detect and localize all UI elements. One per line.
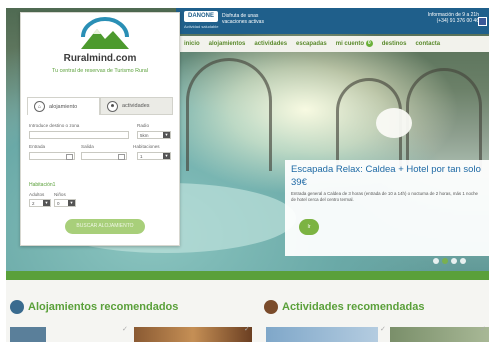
lodging-thumbnail[interactable] (10, 327, 46, 342)
calendar-icon (66, 154, 73, 160)
offer-price: 39€ (291, 177, 307, 188)
hero-bottom-band (6, 271, 489, 280)
rooms-value: 1 (140, 154, 143, 159)
slider-dot[interactable] (460, 258, 466, 264)
slider-dot[interactable] (451, 258, 457, 264)
nav-inicio[interactable]: inicio (184, 41, 200, 47)
recommended-lodging-heading: Alojamientos recomendados (10, 300, 178, 314)
offer-go-button[interactable]: Ir (299, 219, 319, 235)
house-photo-icon (10, 300, 24, 314)
promo-text[interactable]: Disfruta de unas vacaciones activas (222, 13, 292, 25)
search-tabs: ⌂ alojamiento ☻ actividades (27, 97, 173, 115)
brand-name[interactable]: Ruralmind.com (21, 53, 179, 64)
chevron-down-icon: ▼ (163, 132, 170, 138)
featured-offer-card: Escapada Relax: Caldea + Hotel por tan s… (285, 160, 489, 256)
spa-dome (376, 108, 412, 138)
nav-contacta[interactable]: contacta (415, 41, 440, 47)
rooms-select[interactable]: 1 ▼ (137, 152, 171, 160)
children-select[interactable]: 0 ▼ (54, 199, 76, 207)
room-section-label: Habitación1 (29, 182, 56, 188)
destination-input[interactable] (29, 131, 129, 139)
nav-escapadas[interactable]: escapadas (296, 41, 327, 47)
checkout-label: Salida (81, 144, 94, 149)
promo-subtitle: Actividad saludable (184, 24, 219, 29)
children-value: 0 (57, 201, 60, 206)
activity-photo-icon (264, 300, 278, 314)
tab-alojamiento-label: alojamiento (49, 103, 78, 110)
house-icon: ⌂ (34, 101, 45, 112)
slider-dot-active[interactable] (442, 258, 448, 264)
offer-title[interactable]: Escapada Relax: Caldea + Hotel por tan s… (291, 165, 487, 175)
cart-count-badge: 0 (365, 40, 373, 48)
adults-select[interactable]: 2 ▼ (29, 199, 51, 207)
nav-alojamientos[interactable]: alojamientos (209, 41, 246, 47)
search-panel: Ruralmind.com Tu central de reservas de … (20, 12, 180, 246)
adults-value: 2 (32, 201, 35, 206)
chevron-down-icon: ▼ (43, 200, 50, 206)
checkin-input[interactable] (29, 152, 75, 160)
recommended-activities-heading: Actividades recomendadas (264, 300, 424, 314)
promo-line-2: vacaciones activas (222, 19, 264, 25)
recommended-activities-title: Actividades recomendadas (282, 301, 425, 313)
tab-alojamiento[interactable]: ⌂ alojamiento (27, 97, 100, 115)
chevron-down-icon: ▼ (163, 153, 170, 159)
nav-mi-cuento[interactable]: mi cuento 0 (335, 40, 373, 48)
nav-destinos[interactable]: destinos (382, 41, 407, 47)
slider-dot[interactable] (433, 258, 439, 264)
contact-info: Información de 9 a 21h (+34) 91 376 00 4… (389, 12, 479, 24)
facebook-icon[interactable] (478, 17, 487, 26)
slider-dots (433, 258, 466, 264)
radius-select[interactable]: 5km ▼ (137, 131, 171, 139)
main-nav: inicio alojamientos actividades escapada… (176, 36, 489, 52)
search-lodging-button[interactable]: BUSCAR ALOJAMIENTO (65, 219, 145, 234)
checkmark-icon: ✓ (380, 326, 386, 333)
calendar-icon (118, 154, 125, 160)
rooms-label: Habitaciones (133, 144, 160, 149)
website-frame: DANONE Disfruta de unas vacaciones activ… (6, 8, 489, 342)
recommended-lodging-title: Alojamientos recomendados (28, 301, 179, 313)
nav-actividades[interactable]: actividades (254, 41, 287, 47)
lodging-thumbnail[interactable] (134, 327, 252, 342)
checkmark-icon: ✓ (244, 326, 250, 333)
activity-thumbnail[interactable] (266, 327, 378, 342)
adults-label: Adultos (29, 192, 45, 197)
info-phone: (+34) 91 376 00 46 (436, 18, 479, 24)
destination-label: Introduce destino o zona (29, 123, 80, 128)
mountain-logo-icon[interactable] (77, 17, 133, 49)
nav-mi-cuento-label: mi cuento (335, 41, 365, 48)
brand-tagline: Tu central de reservas de Turismo Rural (52, 68, 148, 74)
chevron-down-icon: ▼ (68, 200, 75, 206)
checkmark-icon: ✓ (480, 326, 486, 333)
person-icon: ☻ (107, 100, 118, 112)
tab-actividades-label: actividades (122, 103, 150, 109)
activity-thumbnail[interactable] (390, 327, 489, 342)
radius-value: 5km (140, 133, 149, 138)
tab-actividades[interactable]: ☻ actividades (100, 97, 173, 115)
partner-logo[interactable]: DANONE (184, 11, 218, 22)
checkout-input[interactable] (81, 152, 127, 160)
children-label: Niños (54, 192, 66, 197)
checkmark-icon: ✓ (122, 326, 128, 333)
offer-description: Entrada general a Caldea de 3 horas (ent… (291, 191, 478, 202)
radius-label: Radio (137, 123, 150, 128)
checkin-label: Entrada (29, 144, 46, 149)
